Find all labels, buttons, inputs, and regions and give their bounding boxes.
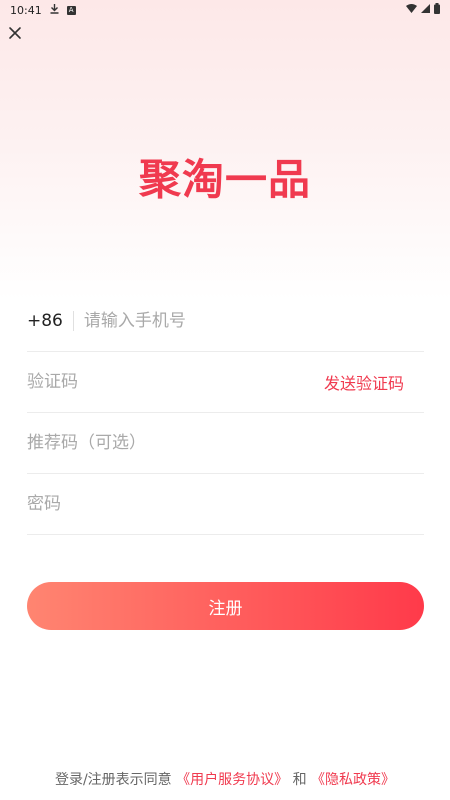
status-time: 10:41 <box>10 3 42 17</box>
code-row: 发送验证码 <box>27 352 424 413</box>
signal-icon <box>421 4 430 16</box>
privacy-policy-link[interactable]: 《隐私政策》 <box>311 772 395 788</box>
password-row <box>27 474 424 535</box>
register-button[interactable]: 注册 <box>27 582 424 630</box>
a-badge-icon: A <box>66 5 76 15</box>
status-bar: 10:41 A <box>0 0 450 20</box>
wifi-icon <box>406 4 417 16</box>
phone-input[interactable] <box>83 301 424 341</box>
download-icon <box>50 3 59 17</box>
agreement-footer: 登录/注册表示同意 《用户服务协议》 和 《隐私政策》 <box>0 769 450 789</box>
close-icon[interactable] <box>6 24 24 42</box>
register-form: +86 发送验证码 <box>27 291 424 535</box>
divider <box>72 311 74 331</box>
referral-code-input[interactable] <box>27 423 424 463</box>
send-code-button[interactable]: 发送验证码 <box>324 370 404 394</box>
referral-row <box>27 413 424 474</box>
user-agreement-link[interactable]: 《用户服务协议》 <box>176 772 288 788</box>
app-title: 聚淘一品 <box>138 155 311 204</box>
agreement-prefix: 登录/注册表示同意 <box>54 772 172 788</box>
country-code[interactable]: +86 <box>27 311 73 331</box>
password-input[interactable] <box>27 484 424 524</box>
battery-icon <box>434 3 440 17</box>
phone-row: +86 <box>27 291 424 352</box>
agreement-and: 和 <box>292 772 307 788</box>
